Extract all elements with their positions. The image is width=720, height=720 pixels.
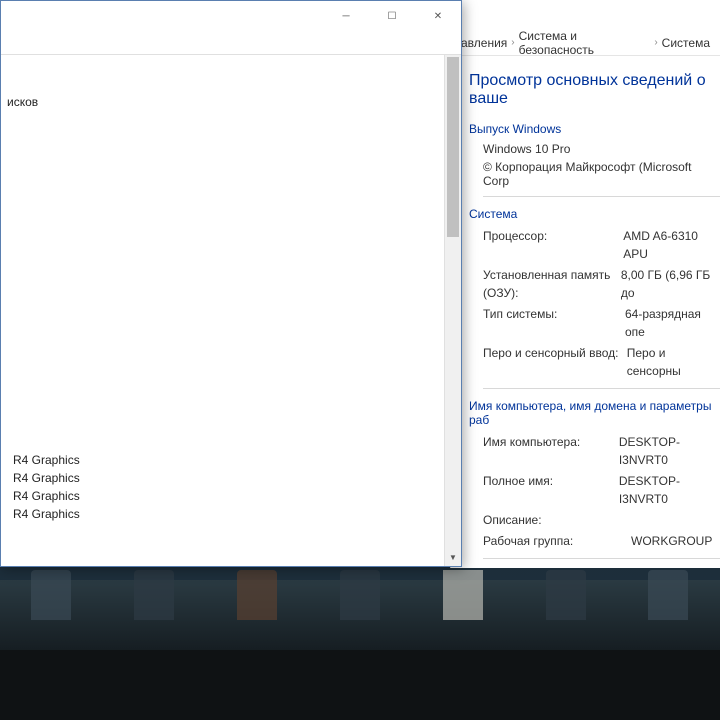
breadcrumb-item[interactable]: авления [461, 36, 507, 50]
breadcrumb[interactable]: авления › Система и безопасность › Систе… [451, 30, 720, 56]
breadcrumb-item[interactable]: Система и безопасность [519, 29, 651, 57]
scroll-down-button[interactable]: ▼ [445, 549, 461, 566]
section-title-system: Система [469, 207, 720, 221]
ram-label: Установленная память (ОЗУ): [483, 266, 621, 302]
scrollbar-thumb[interactable] [447, 57, 459, 237]
close-button[interactable]: ✕ [415, 1, 461, 31]
computer-name-label: Имя компьютера: [483, 433, 619, 469]
computer-name-value: DESKTOP-I3NVRT0 [619, 433, 720, 469]
device-manager-window: ─ ☐ ✕ исков R4 Graphics R4 Graphics R4 G… [0, 0, 462, 567]
windows-edition: Windows 10 Pro [483, 142, 720, 156]
workgroup-label: Рабочая группа: [483, 532, 631, 550]
description-label: Описание: [483, 511, 631, 529]
device-tree[interactable]: исков R4 Graphics R4 Graphics R4 Graphic… [1, 55, 461, 523]
section-title-edition: Выпуск Windows [469, 122, 720, 136]
chevron-right-icon: › [511, 37, 514, 48]
chevron-right-icon: › [654, 37, 657, 48]
tree-item-display-adapter[interactable]: R4 Graphics [7, 469, 461, 487]
ram-value: 8,00 ГБ (6,96 ГБ до [621, 266, 720, 302]
tree-item-display-adapter[interactable]: R4 Graphics [7, 451, 461, 469]
copyright-text: © Корпорация Майкрософт (Microsoft Corp [483, 160, 720, 188]
minimize-icon: ─ [342, 11, 349, 22]
cpu-value: AMD A6-6310 APU [623, 227, 720, 263]
system-type-label: Тип системы: [483, 305, 625, 341]
page-title: Просмотр основных сведений о ваше [469, 72, 720, 108]
workgroup-value: WORKGROUP [631, 532, 712, 550]
tree-item-display-adapter[interactable]: R4 Graphics [7, 487, 461, 505]
system-titlebar[interactable] [451, 0, 720, 30]
minimize-button[interactable]: ─ [323, 1, 369, 31]
device-manager-toolbar[interactable] [1, 31, 461, 55]
section-title-computer-name: Имя компьютера, имя домена и параметры р… [469, 399, 720, 427]
system-type-value: 64-разрядная опе [625, 305, 720, 341]
vertical-scrollbar[interactable]: ▲ ▼ [444, 55, 461, 566]
pen-label: Перо и сенсорный ввод: [483, 344, 627, 380]
full-name-label: Полное имя: [483, 472, 619, 508]
breadcrumb-item[interactable]: Система [662, 36, 710, 50]
pen-value: Перо и сенсорны [627, 344, 720, 380]
tree-item-disks[interactable]: исков [1, 93, 461, 111]
system-properties-window: авления › Система и безопасность › Систе… [450, 0, 720, 568]
maximize-icon: ☐ [388, 11, 397, 22]
full-name-value: DESKTOP-I3NVRT0 [619, 472, 720, 508]
device-manager-titlebar[interactable]: ─ ☐ ✕ [1, 1, 461, 31]
cpu-label: Процессор: [483, 227, 623, 263]
tree-item-display-adapter[interactable]: R4 Graphics [7, 505, 461, 523]
close-icon: ✕ [434, 11, 442, 22]
maximize-button[interactable]: ☐ [369, 1, 415, 31]
